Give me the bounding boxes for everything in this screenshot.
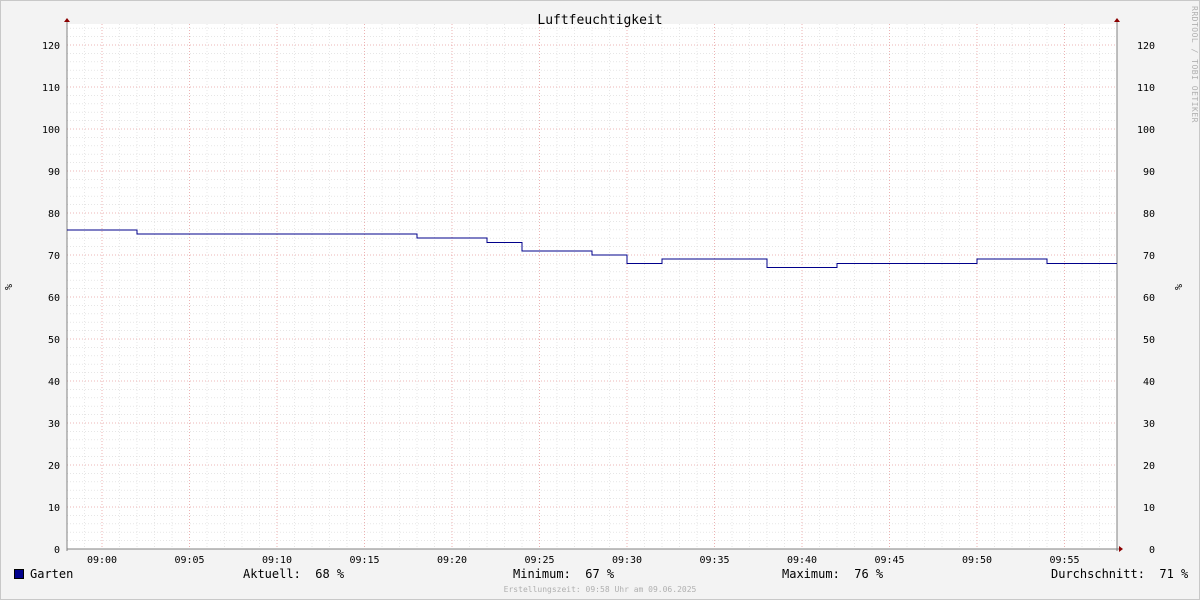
y-tick-label-right: 100 bbox=[1137, 125, 1155, 136]
x-axis-ticks: 09:00 09:05 09:10 09:15 09:20 09:25 09:30 09:35… bbox=[87, 555, 1080, 566]
y-tick-label-right: 10 bbox=[1143, 503, 1155, 514]
y-tick-label-left: 50 bbox=[48, 335, 60, 346]
x-tick-label: 09:55 bbox=[1049, 555, 1079, 566]
x-tick-label: 09:50 bbox=[962, 555, 992, 566]
y-axis-label-left: % bbox=[4, 284, 15, 290]
x-tick-label: 09:30 bbox=[612, 555, 642, 566]
y-axis-right-arrow bbox=[1114, 18, 1120, 22]
x-tick-label: 09:15 bbox=[349, 555, 379, 566]
y-tick-label-left: 80 bbox=[48, 209, 60, 220]
y-tick-label-left: 60 bbox=[48, 293, 60, 304]
x-tick-label: 09:10 bbox=[262, 555, 292, 566]
legend-series-name: Garten bbox=[30, 567, 74, 581]
y-tick-label-left: 20 bbox=[48, 461, 60, 472]
y-tick-label-right: 0 bbox=[1149, 545, 1155, 556]
y-tick-label-right: 20 bbox=[1143, 461, 1155, 472]
y-tick-label-left: 0 bbox=[54, 545, 60, 556]
y-tick-label-left: 90 bbox=[48, 167, 60, 178]
y-tick-label-right: 70 bbox=[1143, 251, 1155, 262]
legend-current: Aktuell: 68 % bbox=[243, 567, 345, 581]
y-tick-label-left: 70 bbox=[48, 251, 60, 262]
legend-minimum: Minimum: 67 % bbox=[513, 567, 615, 581]
y-tick-label-right: 110 bbox=[1137, 83, 1155, 94]
y-tick-label-left: 30 bbox=[48, 419, 60, 430]
x-tick-label: 09:35 bbox=[699, 555, 729, 566]
y-tick-label-right: 40 bbox=[1143, 377, 1155, 388]
x-tick-label: 09:25 bbox=[524, 555, 554, 566]
y-tick-label-right: 80 bbox=[1143, 209, 1155, 220]
x-tick-label: 09:20 bbox=[437, 555, 467, 566]
y-tick-label-right: 60 bbox=[1143, 293, 1155, 304]
x-tick-label: 09:40 bbox=[787, 555, 817, 566]
chart-title: Luftfeuchtigkeit bbox=[537, 13, 662, 28]
y-tick-label-left: 10 bbox=[48, 503, 60, 514]
y-axis-left-ticks: 0 10 20 30 40 50 60 70 80 90 100 110 120 bbox=[42, 41, 60, 556]
x-axis-arrow bbox=[1119, 546, 1123, 552]
y-axis-right-ticks: 0 10 20 30 40 50 60 70 80 90 100 110 120 bbox=[1137, 41, 1155, 556]
y-tick-label-right: 30 bbox=[1143, 419, 1155, 430]
y-tick-label-left: 100 bbox=[42, 125, 60, 136]
legend-swatch-garten bbox=[14, 569, 24, 579]
y-tick-label-left: 110 bbox=[42, 83, 60, 94]
y-tick-label-left: 40 bbox=[48, 377, 60, 388]
y-axis-left-arrow bbox=[64, 18, 70, 22]
x-tick-label: 09:00 bbox=[87, 555, 117, 566]
y-tick-label-right: 90 bbox=[1143, 167, 1155, 178]
x-tick-label: 09:45 bbox=[874, 555, 904, 566]
y-tick-label-right: 50 bbox=[1143, 335, 1155, 346]
humidity-chart: 0 10 20 30 40 50 60 70 80 90 100 110 120 0 10 20 30 40 50… bbox=[4, 13, 1185, 566]
y-tick-label-right: 120 bbox=[1137, 41, 1155, 52]
rrdtool-watermark: RRDTOOL / TOBI OETIKER bbox=[1190, 6, 1199, 123]
y-tick-label-left: 120 bbox=[42, 41, 60, 52]
x-tick-label: 09:05 bbox=[174, 555, 204, 566]
legend-maximum: Maximum: 76 % bbox=[782, 567, 884, 581]
y-axis-label-right: % bbox=[1174, 284, 1185, 290]
legend-average: Durchschnitt: 71 % bbox=[1051, 567, 1189, 581]
footer-timestamp: Erstellungszeit: 09:58 Uhr am 09.06.2025 bbox=[503, 585, 697, 594]
